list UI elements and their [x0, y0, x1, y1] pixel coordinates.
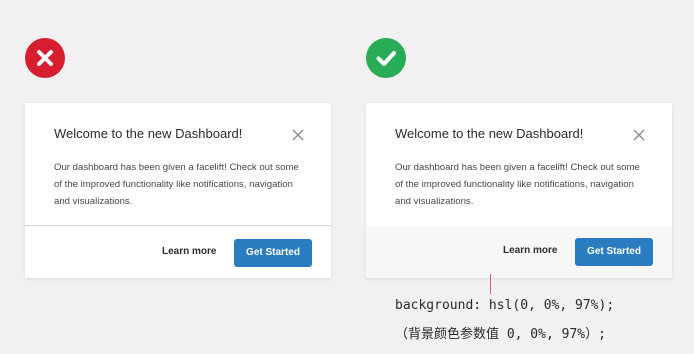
- notification-card-bad-example: Welcome to the new Dashboard! Our dashbo…: [25, 103, 331, 278]
- learn-more-link[interactable]: Learn more: [162, 246, 216, 257]
- card-footer: Learn more Get Started: [25, 226, 331, 278]
- notification-card-good-example: Welcome to the new Dashboard! Our dashbo…: [366, 103, 672, 278]
- wrong-example-badge: [25, 38, 65, 78]
- card-title: Welcome to the new Dashboard!: [54, 126, 243, 141]
- learn-more-link[interactable]: Learn more: [503, 245, 557, 256]
- close-icon[interactable]: [290, 127, 306, 143]
- annotation-pointer-line: [490, 274, 491, 294]
- card-title: Welcome to the new Dashboard!: [395, 126, 584, 141]
- x-mark-icon: [37, 50, 53, 66]
- annotation-code: background: hsl(0, 0%, 97%);: [395, 298, 615, 313]
- card-description: Our dashboard has been given a facelift!…: [54, 162, 299, 207]
- card-description: Our dashboard has been given a facelift!…: [395, 162, 640, 207]
- card-footer-tinted: Learn more Get Started: [366, 225, 672, 278]
- get-started-button[interactable]: Get Started: [575, 238, 653, 266]
- correct-example-badge: [366, 38, 406, 78]
- check-mark-icon: [376, 51, 396, 66]
- get-started-button[interactable]: Get Started: [234, 239, 312, 267]
- close-icon[interactable]: [631, 127, 647, 143]
- annotation-note: （背景颜色参数值 0, 0%, 97%）;: [395, 327, 606, 342]
